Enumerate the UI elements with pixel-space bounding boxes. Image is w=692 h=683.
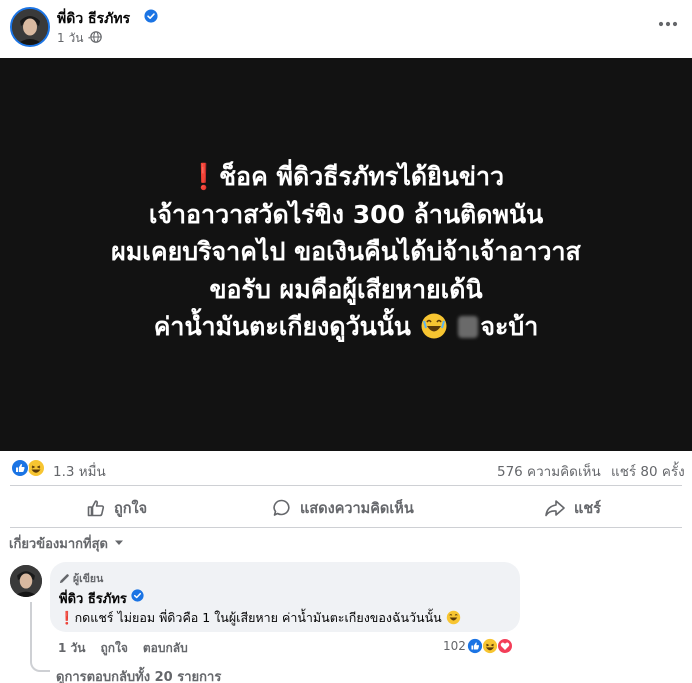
commenter-avatar[interactable] bbox=[10, 565, 42, 597]
comment-author-name[interactable]: พี่ดิว ธีรภัทร bbox=[59, 588, 127, 609]
comment-count[interactable]: 576 ความคิดเห็น bbox=[497, 460, 601, 482]
image-text-line-3: ผมเคยบริจาคไป ขอเงินคืนได้บ่จ้าเจ้าอาวาส bbox=[111, 237, 581, 266]
blurred-word bbox=[458, 316, 479, 338]
image-text-line-2: เจ้าอาวาสวัดไร่ขิง 300 ล้านติดพนัน bbox=[148, 199, 544, 229]
comment-button[interactable]: แสดงความคิดเห็น bbox=[272, 491, 414, 525]
like-button[interactable]: ถูกใจ bbox=[86, 491, 147, 525]
image-text-line-4: ขอรับ ผมคือผู้เสียหายเด้นิ bbox=[209, 274, 483, 304]
share-arrow-icon bbox=[545, 500, 565, 517]
post-header: พี่ดิว ธีรภัทร 1 วัน · bbox=[0, 0, 692, 56]
exclamation-icon: ❗ bbox=[187, 162, 220, 191]
view-replies-link[interactable]: ดูการตอบกลับทั้ง 20 รายการ bbox=[56, 666, 221, 683]
haha-reaction-icon bbox=[482, 638, 498, 658]
comment-reaction-count[interactable]: 102 bbox=[443, 639, 466, 653]
post-action-bar: ถูกใจ แสดงความคิดเห็น แชร์ bbox=[0, 491, 692, 525]
globe-icon bbox=[90, 31, 102, 43]
caret-down-icon bbox=[114, 540, 123, 545]
rolling-laughing-emoji-icon bbox=[420, 312, 448, 351]
exclamation-icon: ❗ bbox=[59, 610, 75, 625]
verified-badge-icon bbox=[144, 9, 158, 23]
thumbs-up-icon bbox=[87, 500, 105, 517]
like-reaction-icon[interactable] bbox=[11, 459, 29, 481]
author-avatar[interactable] bbox=[10, 7, 50, 47]
comment-timestamp[interactable]: 1 วัน bbox=[58, 639, 85, 658]
post-image[interactable]: ❗ช็อค พี่ดิวธีรภัทรได้ยินข่าว เจ้าอาวาสว… bbox=[0, 58, 692, 451]
love-reaction-icon bbox=[497, 638, 513, 658]
comment-like-button[interactable]: ถูกใจ bbox=[100, 639, 127, 658]
comment-actions: 1 วัน ถูกใจ ตอบกลับ bbox=[58, 639, 188, 658]
haha-reaction-icon[interactable] bbox=[27, 459, 45, 481]
pencil-icon bbox=[59, 574, 69, 584]
image-text-line-5: ค่าน้ำมันตะเกียงดูวันนั้น จะบ้า bbox=[0, 308, 692, 351]
comment-reactions[interactable] bbox=[467, 638, 519, 654]
post-timestamp[interactable]: 1 วัน · bbox=[57, 29, 91, 48]
comment-filter-dropdown[interactable]: เกี่ยวข้องมากที่สุด bbox=[9, 533, 124, 553]
comment: ผู้เขียน พี่ดิว ธีรภัทร ❗กดแชร์ ไม่ยอม พ… bbox=[0, 562, 692, 683]
verified-badge-icon bbox=[131, 589, 144, 602]
share-count[interactable]: แชร์ 80 ครั้ง bbox=[611, 460, 685, 482]
post-image-text: ❗ช็อค พี่ดิวธีรภัทรได้ยินข่าว เจ้าอาวาสว… bbox=[0, 158, 692, 351]
divider bbox=[10, 485, 682, 486]
reaction-count[interactable]: 1.3 หมื่น bbox=[53, 460, 106, 482]
author-badge: ผู้เขียน bbox=[59, 570, 103, 587]
reply-thread-line bbox=[30, 602, 50, 672]
comment-reply-button[interactable]: ตอบกลับ bbox=[143, 639, 188, 658]
like-reaction-icon bbox=[467, 638, 483, 658]
comment-text: ❗กดแชร์ ไม่ยอม พี่ดิวคือ 1 ในผู้เสียหาย … bbox=[59, 608, 461, 628]
share-button[interactable]: แชร์ bbox=[544, 491, 601, 525]
reaction-stats-bar: 1.3 หมื่น 576 ความคิดเห็น แชร์ 80 ครั้ง bbox=[0, 456, 692, 480]
rolling-laughing-emoji-icon bbox=[446, 610, 461, 628]
comment-bubble-icon bbox=[273, 499, 290, 516]
author-name[interactable]: พี่ดิว ธีรภัทร bbox=[57, 8, 130, 30]
more-options-icon[interactable] bbox=[654, 12, 682, 36]
divider bbox=[10, 527, 682, 528]
comment-bubble: ผู้เขียน พี่ดิว ธีรภัทร ❗กดแชร์ ไม่ยอม พ… bbox=[50, 562, 520, 632]
image-text-line-1: ❗ช็อค พี่ดิวธีรภัทรได้ยินข่าว bbox=[187, 162, 505, 191]
